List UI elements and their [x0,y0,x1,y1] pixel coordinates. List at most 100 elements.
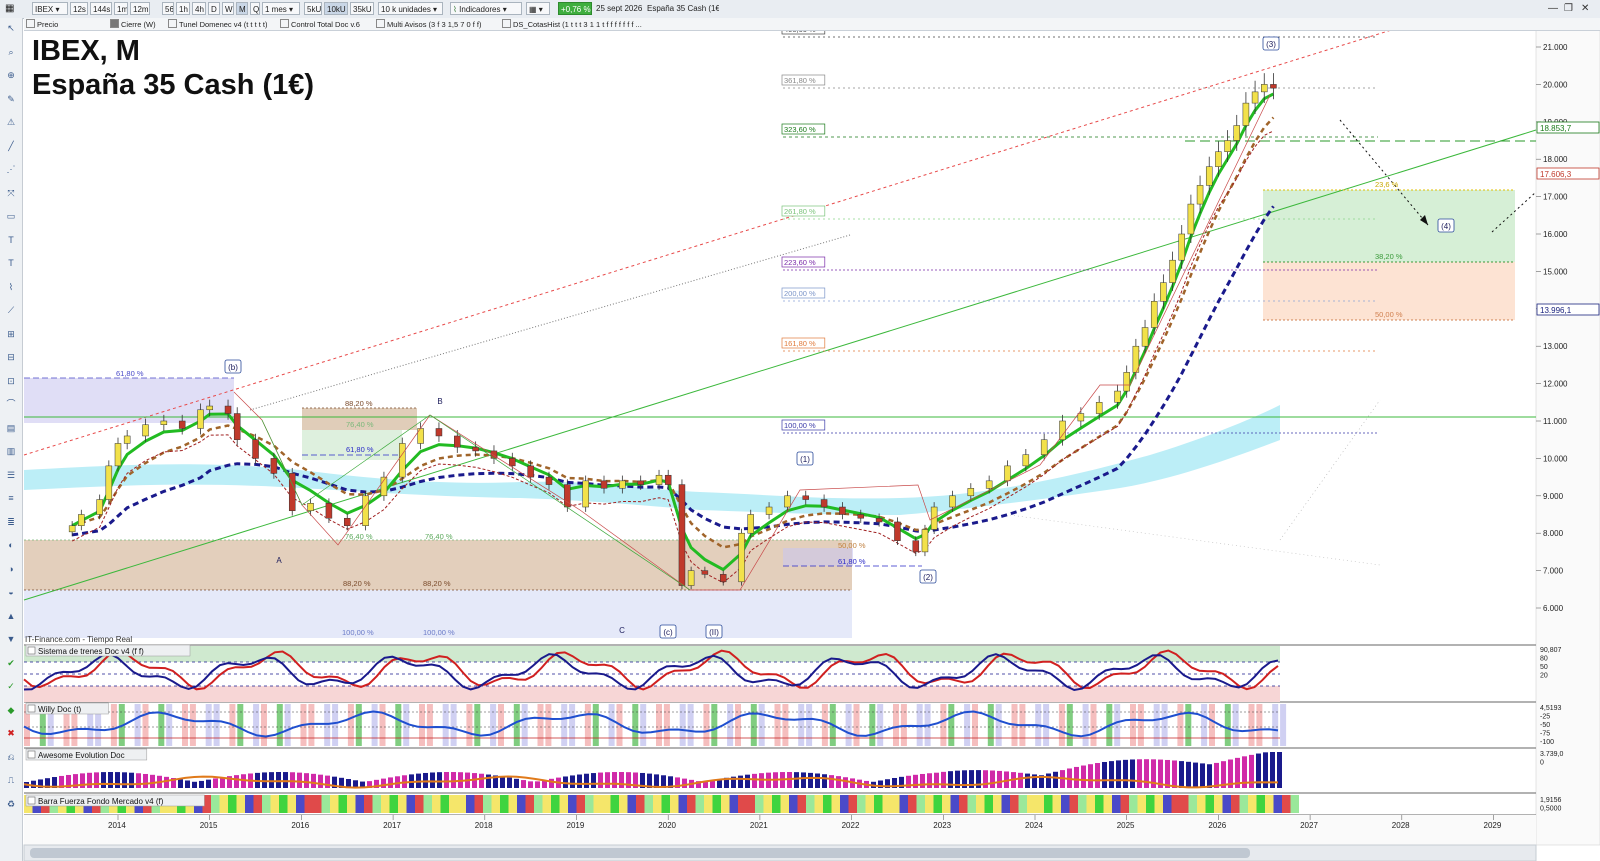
drawing-tool-icon[interactable]: ⎌ [4,751,18,763]
restore-icon[interactable]: ❐ [1564,3,1573,14]
market-strength-pane[interactable] [24,795,1299,813]
drawing-tool-icon[interactable]: ✖ [4,727,18,739]
pane-title[interactable]: Awesome Evolution Doc [25,748,148,761]
drawing-tool-icon[interactable]: ⊕ [4,69,18,81]
drawing-tool-icon[interactable]: ⌇ [4,281,18,293]
drawing-tool-icon[interactable]: ⊟ [4,351,18,363]
drawing-tool-icon[interactable]: ☰ [4,469,18,481]
trains-indicator-pane[interactable] [23,646,1280,702]
drawing-tool-icon[interactable]: ◒ [4,586,18,598]
drawing-tool-icon[interactable]: T [4,257,18,269]
checkbox-icon[interactable] [376,19,385,28]
timeframe-w[interactable]: W [222,2,234,15]
wave-label: C [619,626,625,635]
timeframe-1h[interactable]: 1h [176,2,190,15]
pane-title[interactable]: Barra Fuerza Fondo Mercado v4 (f) [25,794,205,807]
drawing-tool-icon[interactable]: ▭ [4,210,18,222]
drawing-tool-icon[interactable]: ≣ [4,516,18,528]
timeframe-12m[interactable]: 12m [130,2,150,15]
wave-label: (3) [1262,36,1280,51]
drawing-tool-icon[interactable]: ✎ [4,93,18,105]
range-35ku[interactable]: 35kU [350,2,374,15]
indicator-toggle[interactable]: Control Total Doc v.6 [280,19,360,29]
candle [399,437,406,483]
drawing-tool-icon[interactable]: ⌕ [4,46,18,58]
price-tag: 17.606,3 [1536,167,1600,180]
pane-title[interactable]: Willy Doc (t) [25,702,109,715]
drawing-tool-icon[interactable]: ⤧ [4,187,18,199]
drawing-tool-icon[interactable]: ⊡ [4,375,18,387]
price-tick-label: 7.000 [1543,567,1564,576]
minimize-icon[interactable]: — [1548,3,1558,14]
range-10ku[interactable]: 10kU [324,2,348,15]
wave-label: (1) [796,451,814,466]
awesome-evolution-pane[interactable] [23,752,1282,789]
drawing-tool-icon[interactable]: ⋰ [4,163,18,175]
pane-scale-label: 3.739,0 [1540,751,1563,758]
svg-text:(4): (4) [1441,222,1451,231]
scrollbar-thumb[interactable] [30,848,1250,858]
svg-text:100,00 %: 100,00 % [784,421,816,430]
indicator-label: Cierre (W) [121,20,156,29]
timeframe-56m[interactable]: 56m [162,2,174,15]
drawing-tool-icon[interactable]: ↖ [4,22,18,34]
svg-text:261,80 %: 261,80 % [784,207,816,216]
drawing-tool-icon[interactable]: ♻ [4,798,18,810]
pane-close-icon [27,646,36,655]
drawing-tool-icon[interactable]: ⊞ [4,328,18,340]
drawing-tool-icon[interactable]: ⌒ [4,398,18,410]
timeframe-12s[interactable]: 12s [70,2,88,15]
timeframe-144s[interactable]: 144s [90,2,112,15]
price-tick-label: 8.000 [1543,529,1564,538]
chart-canvas[interactable]: 21.00020.00019.00018.00017.00016.00015.0… [0,0,1600,861]
year-tick-label: 2025 [1117,821,1135,830]
drawing-tool-icon[interactable]: ▥ [4,445,18,457]
drawing-tool-icon[interactable]: T [4,234,18,246]
indicator-toggle[interactable]: DS_CotasHist (1 t t t 3 1 1 t f f f f f … [502,19,642,29]
candle [678,479,686,590]
drawing-tool-icon[interactable]: ⟋ [4,304,18,316]
price-tick-label: 13.000 [1543,342,1568,351]
period-selector[interactable]: 1 mes ▾ [262,2,300,15]
indicator-toggle[interactable]: Cierre (W) [110,19,156,29]
units-selector[interactable]: 10 k unidades ▾ [378,2,443,15]
symbol-selector[interactable]: IBEX ▾ [32,2,68,15]
drawing-tool-icon[interactable]: ▲ [4,610,18,622]
timeframe-4h[interactable]: 4h [192,2,206,15]
toolbar-extra-button[interactable]: ▦ ▾ [526,2,550,15]
checkbox-icon[interactable] [280,19,289,28]
timeframe-1m[interactable]: 1m [114,2,128,15]
drawing-tool-icon[interactable]: ╱ [4,140,18,152]
drawing-tool-icon[interactable]: ◐ [4,539,18,551]
drawing-tool-icon[interactable]: ◆ [4,704,18,716]
timeframe-d[interactable]: D [208,2,220,15]
drawing-tool-icon[interactable]: ▤ [4,422,18,434]
drawing-tool-icon[interactable]: ✓ [4,680,18,692]
indicator-toggle[interactable]: Tunel Domenec v4 (t t t t t) [168,19,268,29]
drawing-tool-icon[interactable]: ⚠ [4,116,18,128]
indicators-button[interactable]: ⌇ Indicadores ▾ [450,2,522,15]
range-5ku[interactable]: 5kU [304,2,322,15]
price-tag-label: 18.853,7 [1540,124,1572,133]
timeframe-q[interactable]: Q [250,2,260,15]
checkbox-icon[interactable] [110,19,119,28]
timeframe-m[interactable]: M [236,2,248,15]
svg-text:B: B [437,397,442,406]
svg-text:(1): (1) [800,455,810,464]
chart-title-line2: España 35 Cash (1€) [32,69,315,101]
checkbox-icon[interactable] [168,19,177,28]
indicator-toggle[interactable]: Multi Avisos (3 f 3 1,5 7 0 f f) [376,19,482,29]
checkbox-icon[interactable] [26,19,35,28]
drawing-tool-icon[interactable]: ◑ [4,563,18,575]
indicator-toggle[interactable]: Precio [26,19,58,29]
pane-title[interactable]: Sistema de trenes Doc v4 (f f) [25,644,191,657]
svg-text:161,80 %: 161,80 % [784,339,816,348]
drawing-tool-icon[interactable]: ≡ [4,492,18,504]
drawing-tool-icon[interactable]: ✔ [4,657,18,669]
grid-menu-icon[interactable]: ▦ [3,2,17,15]
drawing-tool-icon[interactable]: ⎍ [4,774,18,786]
drawing-tool-icon[interactable]: ▼ [4,633,18,645]
close-icon[interactable]: ✕ [1581,3,1589,14]
checkbox-icon[interactable] [502,19,511,28]
willy-indicator-pane[interactable] [23,704,1287,746]
